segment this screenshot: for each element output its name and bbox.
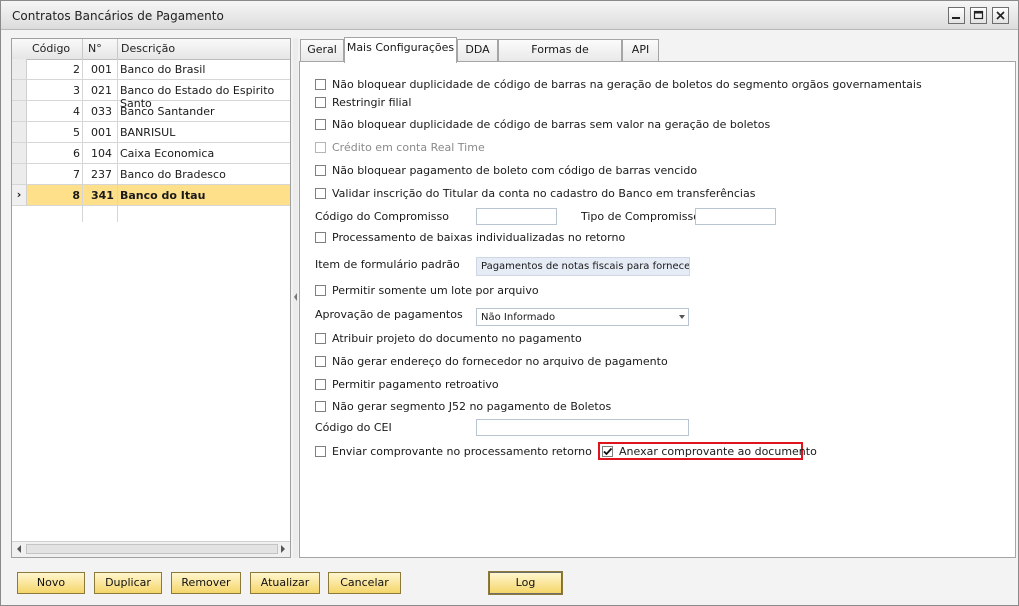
table-row[interactable]: 3 021 Banco do Estado do Espirito Santo	[12, 80, 290, 110]
label-opt6: Validar inscrição do Titular da conta no…	[332, 187, 756, 200]
contracts-grid: Código N° Descrição 2 001 Banco do Brasi…	[11, 38, 291, 558]
col-header-num[interactable]: N°	[88, 42, 102, 55]
label-opt7: Processamento de baixas individualizadas…	[332, 231, 626, 244]
maximize-icon	[973, 10, 984, 20]
scroll-right-icon[interactable]	[276, 543, 289, 555]
cei-input[interactable]	[476, 419, 689, 436]
checkbox-opt5[interactable]	[315, 165, 326, 176]
table-row[interactable]: 6 104 Caixa Economica	[12, 143, 290, 164]
label-opt10: Não gerar endereço do fornecedor no arqu…	[332, 355, 668, 368]
checkbox-opt9[interactable]	[315, 333, 326, 344]
label-codigo-compromisso: Código do Compromisso	[315, 210, 449, 223]
checkbox-opt1[interactable]	[315, 79, 326, 90]
checkbox-opt4[interactable]	[315, 142, 326, 153]
label-opt12: Não gerar segmento J52 no pagamento de B…	[332, 400, 612, 413]
checkbox-opt11[interactable]	[315, 379, 326, 390]
close-button[interactable]	[992, 7, 1009, 24]
label-opt9: Atribuir projeto do documento no pagamen…	[332, 332, 582, 345]
close-icon	[996, 11, 1005, 20]
aprovacao-select[interactable]: Não Informado	[476, 308, 689, 326]
label-aprovacao: Aprovação de pagamentos	[315, 308, 463, 321]
checkbox-opt6[interactable]	[315, 188, 326, 199]
tab-formas-de-pagamento[interactable]: Formas de Pagamento	[498, 39, 622, 76]
table-row-selected[interactable]: › 8 341 Banco do Itau	[12, 185, 290, 206]
scroll-thumb[interactable]	[26, 544, 278, 554]
checkbox-opt10[interactable]	[315, 356, 326, 367]
table-row[interactable]: 4 033 Banco Santander	[12, 101, 290, 122]
grid-header: Código N° Descrição	[12, 39, 290, 60]
minimize-button[interactable]	[948, 7, 965, 24]
label-opt8: Permitir somente um lote por arquivo	[332, 284, 539, 297]
checkbox-opt2[interactable]	[315, 97, 326, 108]
label-opt5: Não bloquear pagamento de boleto com cód…	[332, 164, 698, 177]
remover-button[interactable]: Remover	[171, 572, 241, 594]
title-bar: Contratos Bancários de Pagamento	[1, 1, 1018, 30]
col-header-desc[interactable]: Descrição	[121, 42, 175, 55]
tab-mais-configuracoes[interactable]: Mais Configurações	[344, 37, 457, 63]
cancelar-button[interactable]: Cancelar	[328, 572, 401, 594]
label-opt2: Restringir filial	[332, 96, 412, 109]
duplicar-button[interactable]: Duplicar	[94, 572, 162, 594]
checkbox-opt13[interactable]	[315, 446, 326, 457]
chevron-down-icon	[679, 315, 685, 319]
tab-geral[interactable]: Geral	[300, 39, 344, 61]
checkmark-icon	[603, 447, 613, 456]
label-opt4: Crédito em conta Real Time	[332, 141, 485, 154]
checkbox-opt8[interactable]	[315, 285, 326, 296]
window-title: Contratos Bancários de Pagamento	[12, 9, 224, 23]
checkbox-opt12[interactable]	[315, 401, 326, 412]
label-opt13: Enviar comprovante no processamento reto…	[332, 445, 592, 458]
checkbox-opt14[interactable]	[602, 446, 613, 457]
tipo-compromisso-input[interactable]	[695, 208, 776, 225]
item-formulario-field[interactable]: Pagamentos de notas fiscais para fornece…	[476, 257, 690, 276]
log-button[interactable]: Log	[488, 571, 563, 595]
tab-dda[interactable]: DDA	[457, 39, 498, 61]
col-header-code[interactable]: Código	[32, 42, 70, 55]
splitter-arrow-icon	[294, 293, 297, 301]
codigo-compromisso-input[interactable]	[476, 208, 557, 225]
checkbox-opt3[interactable]	[315, 119, 326, 130]
label-opt14: Anexar comprovante ao documento	[619, 445, 817, 458]
tab-api[interactable]: API	[622, 39, 659, 61]
label-tipo-compromisso: Tipo de Compromisso	[581, 210, 700, 223]
novo-button[interactable]: Novo	[17, 572, 85, 594]
checkbox-opt7[interactable]	[315, 232, 326, 243]
table-row[interactable]: 7 237 Banco do Bradesco	[12, 164, 290, 185]
table-row[interactable]: 2 001 Banco do Brasil	[12, 59, 290, 80]
scroll-left-icon[interactable]	[13, 543, 26, 555]
grid-horizontal-scrollbar[interactable]	[12, 541, 290, 557]
label-opt11: Permitir pagamento retroativo	[332, 378, 499, 391]
row-selector-arrow-icon: ›	[12, 185, 27, 205]
atualizar-button[interactable]: Atualizar	[250, 572, 320, 594]
maximize-button[interactable]	[970, 7, 987, 24]
minimize-icon	[952, 17, 960, 19]
pane-splitter[interactable]	[293, 38, 298, 558]
main-window: Contratos Bancários de Pagamento Código …	[0, 0, 1019, 606]
label-opt3: Não bloquear duplicidade de código de ba…	[332, 118, 771, 131]
label-cei: Código do CEI	[315, 421, 392, 434]
table-row[interactable]: 5 001 BANRISUL	[12, 122, 290, 143]
label-item-formulario: Item de formulário padrão	[315, 258, 460, 271]
aprovacao-selected-value: Não Informado	[481, 312, 556, 323]
label-opt1: Não bloquear duplicidade de código de ba…	[332, 78, 922, 91]
